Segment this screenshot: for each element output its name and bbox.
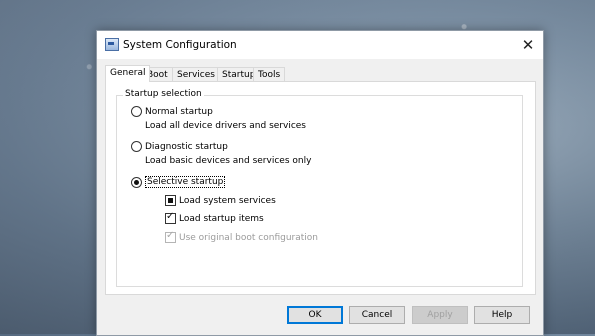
- radio-button-icon[interactable]: [131, 141, 142, 152]
- window-title: System Configuration: [123, 39, 237, 51]
- selective-startup-radio[interactable]: Selective startup: [131, 176, 226, 188]
- diagnostic-startup-radio[interactable]: Diagnostic startup: [131, 141, 228, 152]
- radio-button-icon[interactable]: [131, 106, 142, 117]
- title-bar[interactable]: System Configuration ✕: [97, 31, 543, 59]
- ok-button[interactable]: OK: [287, 306, 343, 324]
- diagnostic-startup-description: Load basic devices and services only: [145, 156, 312, 166]
- msconfig-icon: [105, 38, 119, 51]
- cancel-button[interactable]: Cancel: [349, 306, 405, 324]
- startup-selection-group: Startup selection Normal startup Load al…: [116, 89, 523, 287]
- tab-general[interactable]: General: [105, 65, 151, 82]
- load-startup-items-checkbox[interactable]: Load startup items: [165, 211, 264, 224]
- load-system-services-label[interactable]: Load system services: [179, 196, 276, 206]
- help-button[interactable]: Help: [474, 306, 530, 324]
- normal-startup-description: Load all device drivers and services: [145, 121, 306, 131]
- use-original-boot-config-checkbox: Use original boot configuration: [165, 230, 318, 243]
- close-button[interactable]: ✕: [513, 31, 543, 59]
- normal-startup-radio[interactable]: Normal startup: [131, 106, 213, 117]
- load-system-services-checkbox[interactable]: Load system services: [165, 195, 276, 206]
- general-tab-panel: Startup selection Normal startup Load al…: [105, 81, 536, 295]
- checkbox-indeterminate-icon[interactable]: [165, 195, 176, 206]
- system-configuration-window: System Configuration ✕ General Boot Serv…: [96, 30, 544, 336]
- startup-selection-label: Startup selection: [123, 89, 204, 99]
- diagnostic-startup-label[interactable]: Diagnostic startup: [145, 142, 228, 152]
- tab-tools[interactable]: Tools: [253, 67, 286, 82]
- checkbox-checked-icon[interactable]: [165, 211, 176, 224]
- selective-startup-label[interactable]: Selective startup: [145, 176, 226, 188]
- load-startup-items-label[interactable]: Load startup items: [179, 214, 264, 224]
- tab-services[interactable]: Services: [172, 67, 220, 82]
- use-original-boot-config-label: Use original boot configuration: [179, 232, 318, 243]
- apply-button: Apply: [412, 306, 468, 324]
- radio-button-selected-icon[interactable]: [131, 176, 142, 188]
- normal-startup-label[interactable]: Normal startup: [145, 107, 213, 117]
- checkbox-disabled-checked-icon: [165, 230, 176, 243]
